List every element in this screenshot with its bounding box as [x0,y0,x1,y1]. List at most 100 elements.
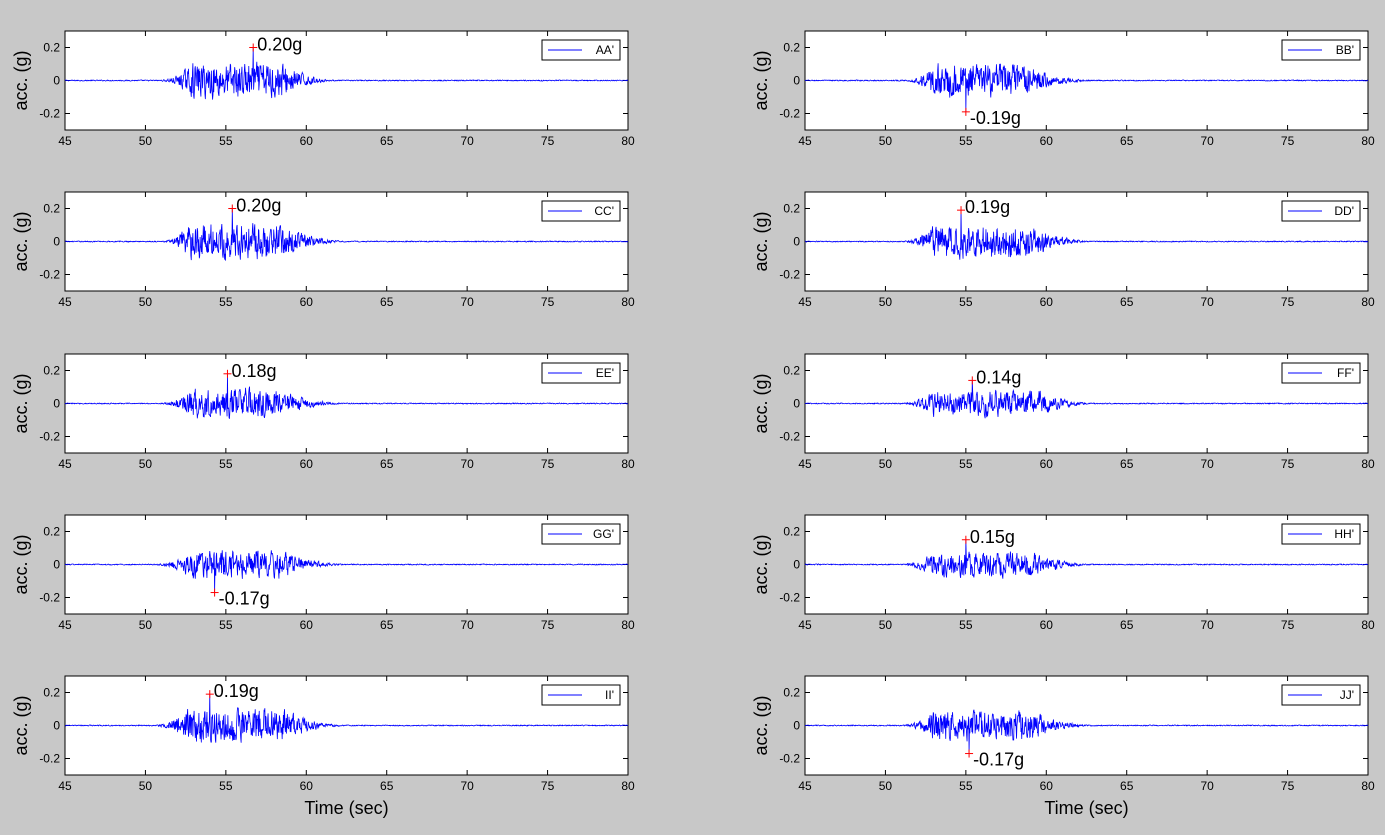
subplot-9: 45 50 55 60 65 70 75 80 0.2 0 -0.2 acc. (g) 0.19g II'… [11,675,635,818]
x-tick-label: 65 [1120,457,1134,471]
y-tick-label: 0 [53,397,60,411]
peak-label: 0.19g [214,681,259,701]
y-tick-label: 0.2 [783,364,800,378]
legend-label: JJ' [1340,688,1354,702]
peak-label: 0.18g [231,361,276,381]
y-tick-label: 0 [53,719,60,733]
x-tick-label: 75 [541,779,555,793]
x-tick-label: 75 [1281,134,1295,148]
x-tick-label: 50 [879,618,893,632]
legend-label: GG' [593,527,614,541]
x-tick-label: 45 [798,457,812,471]
x-tick-label: 75 [1281,779,1295,793]
subplot-2: 45 50 55 60 65 70 75 80 0.2 0 -0.2 acc. (g) -0.19g BB… [751,30,1375,148]
x-tick-label: 45 [798,295,812,309]
x-tick-label: 65 [380,618,394,632]
peak-label: 0.14g [976,367,1021,387]
y-tick-label: -0.2 [779,430,800,444]
x-tick-label: 80 [1361,779,1375,793]
x-tick-label: 70 [1200,295,1214,309]
y-tick-label: 0 [793,235,800,249]
x-tick-label: 55 [219,618,233,632]
peak-label: 0.19g [965,197,1010,217]
legend-label: EE' [596,366,614,380]
y-axis-label: acc. (g) [11,373,31,433]
legend-label: AA' [596,43,614,57]
y-tick-label: -0.2 [39,107,60,121]
y-tick-label: -0.2 [779,752,800,766]
y-tick-label: -0.2 [39,268,60,282]
peak-label: -0.17g [973,750,1024,770]
peak-label: -0.17g [219,589,270,609]
x-tick-label: 45 [58,134,72,148]
x-tick-label: 65 [380,779,394,793]
y-axis-label: acc. (g) [751,534,771,594]
subplot-6: 45 50 55 60 65 70 75 80 0.2 0 -0.2 acc. (g) 0.14g FF' [751,353,1375,471]
x-tick-label: 75 [1281,457,1295,471]
y-tick-label: -0.2 [779,591,800,605]
x-tick-label: 70 [1200,457,1214,471]
y-tick-label: 0 [793,397,800,411]
y-tick-label: -0.2 [779,107,800,121]
x-tick-label: 80 [1361,134,1375,148]
y-axis-label: acc. (g) [11,211,31,271]
x-tick-label: 80 [1361,295,1375,309]
y-tick-label: 0 [793,558,800,572]
x-tick-label: 60 [1040,618,1054,632]
y-axis-label: acc. (g) [751,695,771,755]
y-axis-label: acc. (g) [11,534,31,594]
x-tick-label: 70 [460,457,474,471]
x-tick-label: 75 [541,457,555,471]
x-tick-label: 45 [58,618,72,632]
x-tick-label: 80 [621,134,635,148]
y-tick-label: 0.2 [43,41,60,55]
x-tick-label: 50 [879,295,893,309]
subplot-1: 45 50 55 60 65 70 75 80 0.2 0 -0.2 acc. (g) 0.20g AA' [11,30,635,148]
legend-label: HH' [1334,527,1354,541]
peak-label: 0.20g [257,35,302,55]
y-tick-label: 0 [793,719,800,733]
x-tick-label: 50 [139,457,153,471]
x-tick-label: 60 [1040,134,1054,148]
x-tick-label: 80 [621,457,635,471]
legend-label: II' [605,688,614,702]
x-tick-label: 55 [959,618,973,632]
subplot-5: 45 50 55 60 65 70 75 80 0.2 0 -0.2 acc. (g) 0.18g EE' [11,353,635,471]
y-tick-label: 0.2 [43,686,60,700]
x-tick-label: 55 [959,779,973,793]
y-tick-label: 0 [53,74,60,88]
x-tick-label: 55 [959,457,973,471]
x-tick-label: 80 [621,618,635,632]
figure: 45 50 55 60 65 70 75 80 0.2 0 -0.2 acc. (g) 0.20g AA'… [11,30,1375,818]
legend-label: DD' [1334,204,1354,218]
y-tick-label: 0.2 [43,364,60,378]
x-tick-label: 50 [139,295,153,309]
x-tick-label: 45 [798,134,812,148]
y-axis-label: acc. (g) [751,50,771,110]
x-tick-label: 55 [219,457,233,471]
peak-label: 0.20g [236,196,281,216]
x-tick-label: 45 [798,618,812,632]
subplot-8: 45 50 55 60 65 70 75 80 0.2 0 -0.2 acc. (g) 0.15g HH' [751,514,1375,632]
x-tick-label: 70 [460,295,474,309]
y-tick-label: 0.2 [783,686,800,700]
x-tick-label: 55 [219,779,233,793]
x-tick-label: 50 [879,134,893,148]
x-tick-label: 65 [380,134,394,148]
subplot-4: 45 50 55 60 65 70 75 80 0.2 0 -0.2 acc. (g) 0.19g DD' [751,191,1375,309]
x-tick-label: 70 [1200,779,1214,793]
x-axis-label: Time (sec) [304,798,388,818]
x-tick-label: 65 [380,295,394,309]
x-tick-label: 55 [959,134,973,148]
subplot-3: 45 50 55 60 65 70 75 80 0.2 0 -0.2 acc. (g) 0.20g CC' [11,191,635,309]
x-tick-label: 75 [1281,618,1295,632]
x-tick-label: 70 [1200,618,1214,632]
y-tick-label: 0 [53,558,60,572]
x-tick-label: 60 [1040,779,1054,793]
subplot-7: 45 50 55 60 65 70 75 80 0.2 0 -0.2 acc. (g) -0.17g GG… [11,514,635,632]
x-tick-label: 60 [300,295,314,309]
x-tick-label: 75 [541,618,555,632]
y-tick-label: 0.2 [43,525,60,539]
x-tick-label: 75 [541,134,555,148]
x-axis-label: Time (sec) [1044,798,1128,818]
